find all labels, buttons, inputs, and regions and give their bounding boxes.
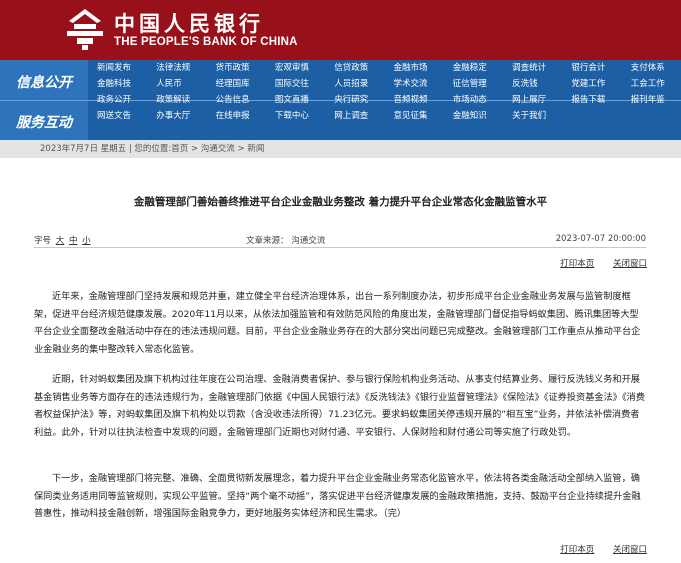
nav-item[interactable]: 关于我们 [503,108,562,124]
font-size-large[interactable]: 大 [56,236,65,246]
nav-item[interactable]: 支付体系 [622,60,681,76]
nav-item[interactable]: 报告下载 [562,92,621,108]
nav-item[interactable]: 网上展厅 [503,92,562,108]
nav-item[interactable]: 在线申报 [207,108,266,124]
article-title: 金融管理部门善始善终推进平台企业金融业务整改 着力提升平台企业常态化金融监管水平 [133,196,548,208]
pboc-emblem-icon[interactable] [62,6,108,52]
article-paragraph: 下一步，金融管理部门将完整、准确、全面贯彻新发展理念，着力提升平台企业金融业务常… [34,473,641,519]
close-window-link[interactable]: 关闭窗口 [613,259,647,269]
font-size-medium[interactable]: 中 [69,236,78,246]
nav-item[interactable]: 调查统计 [503,60,562,76]
site-header: 中国人民银行 THE PEOPLE'S BANK OF CHINA [0,0,681,60]
article-paragraph: 近年来，金融管理部门坚持发展和规范并重，建立健全平台经济治理体系，出台一系列制度… [34,291,641,355]
nav-item[interactable]: 货币政策 [207,60,266,76]
nav-item[interactable]: 工会工作 [622,76,681,92]
nav-item[interactable]: 征信管理 [444,76,503,92]
article-date: 2023-07-07 20:00:00 [555,234,646,244]
meta-divider [34,247,646,248]
nav-item[interactable]: 反洗钱 [503,76,562,92]
nav-item[interactable]: 央行研究 [325,92,384,108]
nav-item[interactable]: 网上调查 [325,108,384,124]
nav-item[interactable]: 新闻发布 [88,60,147,76]
site-name-cn: 中国人民银行 [114,11,264,36]
nav-item[interactable]: 党建工作 [562,76,621,92]
nav-item[interactable]: 人员招录 [325,76,384,92]
article-source: 文章来源： 沟通交流 [246,236,326,246]
breadcrumb: 2023年7月7日 星期五 | 您的位置:首页 > 沟通交流 > 新闻 [0,140,681,158]
nav-item[interactable]: 意见征集 [384,108,443,124]
nav-item[interactable]: 经理国库 [207,76,266,92]
nav-item[interactable]: 人民币 [147,76,206,92]
nav-item[interactable]: 银行会计 [562,60,621,76]
print-link[interactable]: 打印本页 [560,545,594,555]
article-tools-top: 打印本页 关闭窗口 [544,257,647,269]
nav-item[interactable]: 金融市场 [384,60,443,76]
nav-item[interactable]: 信贷政策 [325,60,384,76]
nav-item[interactable]: 音频视频 [384,92,443,108]
nav-item[interactable]: 宏观审慎 [266,60,325,76]
nav-side-info-public[interactable]: 信息公开 [0,72,88,92]
article-meta: 字号 大 中 小 文章来源： 沟通交流 2023-07-07 20:00:00 [34,234,646,246]
main-nav: 信息公开 服务互动 新闻发布 法律法规 货币政策 宏观审慎 信贷政策 金融市场 … [0,60,681,140]
print-link[interactable]: 打印本页 [560,259,594,269]
nav-item[interactable]: 金融知识 [444,108,503,124]
font-size-control: 字号 大 中 小 [34,236,91,246]
article-tools-bottom: 打印本页 关闭窗口 [544,543,647,555]
nav-item[interactable]: 国际交往 [266,76,325,92]
nav-item[interactable]: 金融稳定 [444,60,503,76]
article-container: 金融管理部门善始善终推进平台企业金融业务整改 着力提升平台企业常态化金融监管水平… [0,158,681,563]
nav-item[interactable]: 政策解读 [147,92,206,108]
nav-item[interactable]: 报刊年鉴 [622,92,681,108]
nav-item[interactable]: 政务公开 [88,92,147,108]
nav-item[interactable]: 市场动态 [444,92,503,108]
nav-item[interactable]: 公告信息 [207,92,266,108]
nav-side-service[interactable]: 服务互动 [0,112,88,132]
close-window-link[interactable]: 关闭窗口 [613,545,647,555]
nav-item[interactable]: 下载中心 [266,108,325,124]
nav-item[interactable]: 办事大厅 [147,108,206,124]
nav-item[interactable]: 学术交流 [384,76,443,92]
site-name-en: THE PEOPLE'S BANK OF CHINA [114,36,298,48]
nav-grid: 新闻发布 法律法规 货币政策 宏观审慎 信贷政策 金融市场 金融稳定 调查统计 … [88,60,681,124]
nav-item[interactable]: 金融科技 [88,76,147,92]
nav-item[interactable]: 图文直播 [266,92,325,108]
font-size-label: 字号 [34,236,52,246]
font-size-small[interactable]: 小 [82,236,91,246]
article-paragraph: 近期，针对蚂蚁集团及旗下机构过往年度在公司治理、金融消费者保护、参与银行保险机构… [34,374,645,438]
nav-item[interactable]: 法律法规 [147,60,206,76]
nav-item[interactable]: 网送文告 [88,108,147,124]
